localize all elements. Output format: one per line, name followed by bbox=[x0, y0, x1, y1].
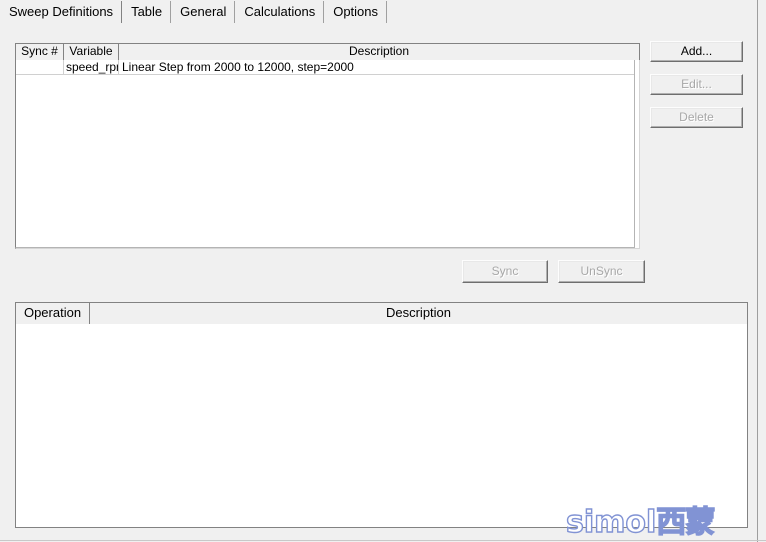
edit-button[interactable]: Edit... bbox=[650, 74, 743, 95]
cell-sync bbox=[16, 60, 64, 74]
unsync-button[interactable]: UnSync bbox=[558, 260, 645, 283]
column-header-operation[interactable]: Operation bbox=[16, 303, 90, 324]
tab-bar-underline bbox=[0, 25, 757, 26]
column-header-variable[interactable]: Variable bbox=[64, 44, 119, 60]
tab-calculations[interactable]: Calculations bbox=[235, 0, 325, 24]
tab-options[interactable]: Options bbox=[324, 0, 388, 24]
column-header-sync[interactable]: Sync # bbox=[16, 44, 64, 60]
operations-table-body[interactable] bbox=[15, 324, 748, 528]
tab-table[interactable]: Table bbox=[122, 0, 172, 24]
window-right-filler bbox=[758, 0, 766, 542]
tab-bar: Sweep Definitions Table General Calculat… bbox=[0, 0, 757, 26]
tab-options-label: Options bbox=[333, 4, 379, 19]
cell-variable: speed_rpm bbox=[64, 60, 119, 74]
sweep-table-header: Sync # Variable Description bbox=[15, 43, 640, 60]
column-header-description[interactable]: Description bbox=[119, 44, 640, 60]
operations-table-header: Operation Description bbox=[15, 302, 748, 324]
sweep-table-body[interactable]: speed_rpm Linear Step from 2000 to 12000… bbox=[15, 60, 635, 248]
tab-calculations-label: Calculations bbox=[244, 4, 316, 19]
tab-separator bbox=[386, 1, 388, 23]
tab-table-label: Table bbox=[131, 4, 163, 19]
window-bottom-border bbox=[0, 540, 766, 541]
table-row[interactable]: speed_rpm Linear Step from 2000 to 12000… bbox=[16, 60, 634, 75]
dialog-window: Sweep Definitions Table General Calculat… bbox=[0, 0, 766, 542]
sync-button[interactable]: Sync bbox=[462, 260, 548, 283]
delete-button[interactable]: Delete bbox=[650, 107, 743, 128]
cell-description: Linear Step from 2000 to 12000, step=200… bbox=[122, 60, 354, 74]
tab-general[interactable]: General bbox=[171, 0, 236, 24]
column-header-operation-description[interactable]: Description bbox=[90, 303, 748, 324]
tab-general-label: General bbox=[180, 4, 227, 19]
add-button[interactable]: Add... bbox=[650, 41, 743, 62]
tab-sweep-definitions[interactable]: Sweep Definitions bbox=[0, 0, 123, 24]
tab-sweep-definitions-label: Sweep Definitions bbox=[9, 4, 114, 19]
